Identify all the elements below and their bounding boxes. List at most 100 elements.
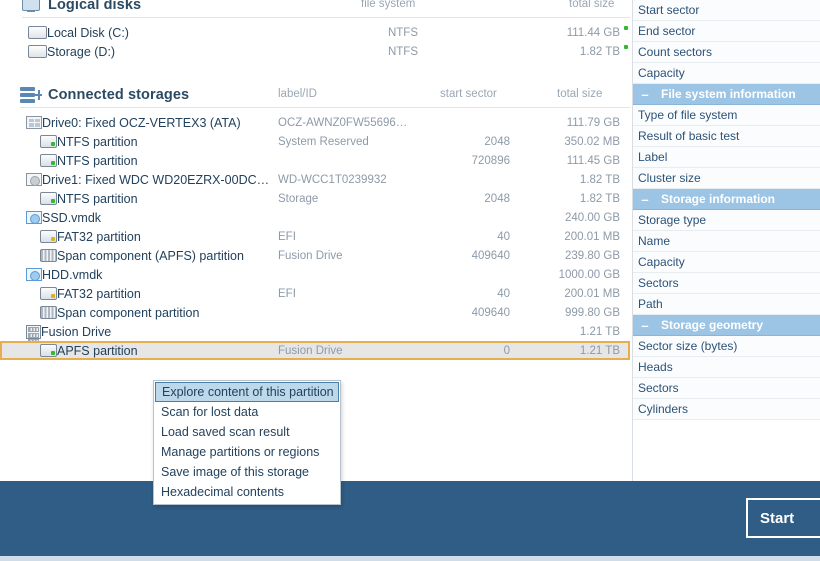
storage-row-label: EFI [278, 230, 296, 243]
storage-row-name: FAT32 partition [57, 286, 141, 301]
storage-row[interactable]: NTFS partition 720896 111.45 GB [0, 151, 630, 170]
sidebar-property-row[interactable]: Label [633, 147, 820, 168]
storage-row-name: Fusion Drive [41, 324, 112, 339]
sidebar-property-row[interactable]: Storage type [633, 210, 820, 231]
disk-image-icon [26, 268, 42, 281]
sidebar-property-row[interactable]: Result of basic test [633, 126, 820, 147]
storage-row-total-size: 240.00 GB [565, 211, 620, 224]
column-header-label-id: label/ID [278, 88, 317, 100]
sidebar-property-row[interactable]: Cluster size [633, 168, 820, 189]
storage-row[interactable]: Drive1: Fixed WDC WD20EZRX-00DC… WD-WCC1T… [0, 170, 630, 189]
storage-row-name: APFS partition [57, 343, 138, 358]
storage-row[interactable]: Span component partition 409640 999.80 GB [0, 303, 630, 322]
storage-row-start-sector: 2048 [484, 135, 510, 148]
storage-row[interactable]: Span component (APFS) partition Fusion Dr… [0, 246, 630, 265]
storage-row-total-size: 111.79 GB [566, 116, 620, 129]
storage-row-name: NTFS partition [57, 134, 138, 149]
group-divider [20, 107, 630, 108]
sidebar-section-header[interactable]: – Storage information [633, 189, 820, 210]
storage-row[interactable]: NTFS partition Storage 2048 1.82 TB [0, 189, 630, 208]
sidebar-property-row[interactable]: Name [633, 231, 820, 252]
context-menu-item[interactable]: Hexadecimal contents [154, 482, 340, 502]
storage-row-start-sector: 40 [497, 287, 510, 300]
logical-disk-icon [28, 45, 47, 58]
sidebar-section-header[interactable]: – Storage geometry [633, 315, 820, 336]
total-size-value: 111.44 GB [566, 26, 620, 39]
partition-icon [40, 344, 57, 357]
sidebar-property-row[interactable]: Sector size (bytes) [633, 336, 820, 357]
storage-row-start-sector: 2048 [484, 192, 510, 205]
collapse-icon[interactable]: – [639, 193, 651, 206]
partition-amber-icon [40, 287, 57, 300]
column-header-start-sector: start sector [440, 88, 497, 100]
storage-row[interactable]: FAT32 partition EFI 40 200.01 MB [0, 284, 630, 303]
sidebar-property-row[interactable]: End sector [633, 21, 820, 42]
sidebar-property-row[interactable]: Type of file system [633, 105, 820, 126]
context-menu-item[interactable]: Scan for lost data [154, 402, 340, 422]
storage-stack-icon [20, 87, 42, 103]
fusion-drive-icon [26, 324, 41, 344]
sidebar-property-row[interactable]: Sectors [633, 273, 820, 294]
collapse-icon[interactable]: – [639, 319, 651, 332]
partition-context-menu[interactable]: Explore content of this partition Scan fo… [153, 380, 341, 505]
sidebar-property-row[interactable]: Sectors [633, 378, 820, 399]
storage-row-start-sector: 409640 [471, 306, 510, 319]
total-size-value: 1.82 TB [579, 45, 620, 58]
storage-row-total-size: 999.80 GB [565, 306, 620, 319]
column-header-total-size-logical: total size [569, 0, 615, 10]
sidebar-section-label: Storage information [661, 192, 776, 206]
storage-row[interactable]: NTFS partition System Reserved 2048 350.02 … [0, 132, 630, 151]
storage-row-name: NTFS partition [57, 153, 138, 168]
storage-row[interactable]: Fusion Drive 1.21 TB [0, 322, 630, 344]
sidebar-property-row[interactable]: Capacity [633, 63, 820, 84]
storage-row[interactable]: SSD.vmdk 240.00 GB [0, 208, 630, 227]
storage-row-name: HDD.vmdk [42, 267, 103, 282]
storage-row-total-size: 350.02 MB [564, 135, 620, 148]
storage-row-name: NTFS partition [57, 191, 138, 206]
storage-row-total-size: 1.21 TB [579, 325, 620, 338]
partition-amber-icon [40, 230, 57, 243]
sidebar-section-header[interactable]: – File system information [633, 84, 820, 105]
storage-row-total-size: 239.80 GB [565, 249, 620, 262]
storage-row-total-size: 111.45 GB [566, 154, 620, 167]
group-divider [22, 17, 630, 18]
storage-row-label: Storage [278, 192, 319, 205]
sidebar-property-row[interactable]: Start sector [633, 0, 820, 21]
sidebar-property-row[interactable]: Capacity [633, 252, 820, 273]
storage-row-name: SSD.vmdk [42, 210, 102, 225]
collapse-icon[interactable]: – [639, 88, 651, 101]
logical-disks-group-header: Logical disks file system total size [22, 0, 630, 18]
storage-row[interactable]: FAT32 partition EFI 40 200.01 MB [0, 227, 630, 246]
sidebar-property-row[interactable]: Path [633, 294, 820, 315]
sidebar-property-row[interactable]: Count sectors [633, 42, 820, 63]
drive-grid-icon [26, 116, 42, 129]
disk-image-icon [26, 211, 42, 224]
storage-row[interactable]: Drive0: Fixed OCZ-VERTEX3 (ATA) OCZ-AWNZ0… [0, 113, 630, 132]
storage-row-name: Span component (APFS) partition [57, 248, 244, 263]
span-component-icon [40, 306, 57, 319]
logical-disk-row[interactable]: Local Disk (C:) NTFS 111.44 GB [0, 23, 630, 42]
storage-row-label: OCZ-AWNZ0FW55696… [278, 116, 408, 129]
sidebar-property-row[interactable]: Heads [633, 357, 820, 378]
start-button[interactable]: Start [746, 498, 820, 538]
file-system-value: NTFS [387, 26, 418, 39]
storage-row-selected[interactable]: APFS partition Fusion Drive 0 1.21 TB [0, 341, 630, 360]
properties-sidebar[interactable]: Start sector End sector Count sectors Capac… [632, 0, 820, 481]
storage-row-total-size: 1.21 TB [579, 344, 620, 357]
partition-icon [40, 154, 57, 167]
file-system-value: NTFS [387, 45, 418, 58]
context-menu-item[interactable]: Load saved scan result [154, 422, 340, 442]
storage-row[interactable]: HDD.vmdk 1000.00 GB [0, 265, 630, 284]
logical-disk-row[interactable]: Storage (D:) NTFS 1.82 TB [0, 42, 630, 61]
drive-platter-icon [26, 173, 42, 186]
logical-disk-icon [28, 26, 47, 39]
context-menu-item[interactable]: Explore content of this partition [155, 382, 339, 402]
storage-row-label: Fusion Drive [278, 249, 343, 262]
partition-icon [40, 135, 57, 148]
context-menu-item[interactable]: Save image of this storage [154, 462, 340, 482]
connected-storages-group-header: Connected storages label/ID start sector… [20, 82, 630, 108]
sidebar-property-row[interactable]: Cylinders [633, 399, 820, 420]
context-menu-item[interactable]: Manage partitions or regions [154, 442, 340, 462]
storage-row-total-size: 200.01 MB [564, 230, 620, 243]
storage-row-start-sector: 409640 [471, 249, 510, 262]
